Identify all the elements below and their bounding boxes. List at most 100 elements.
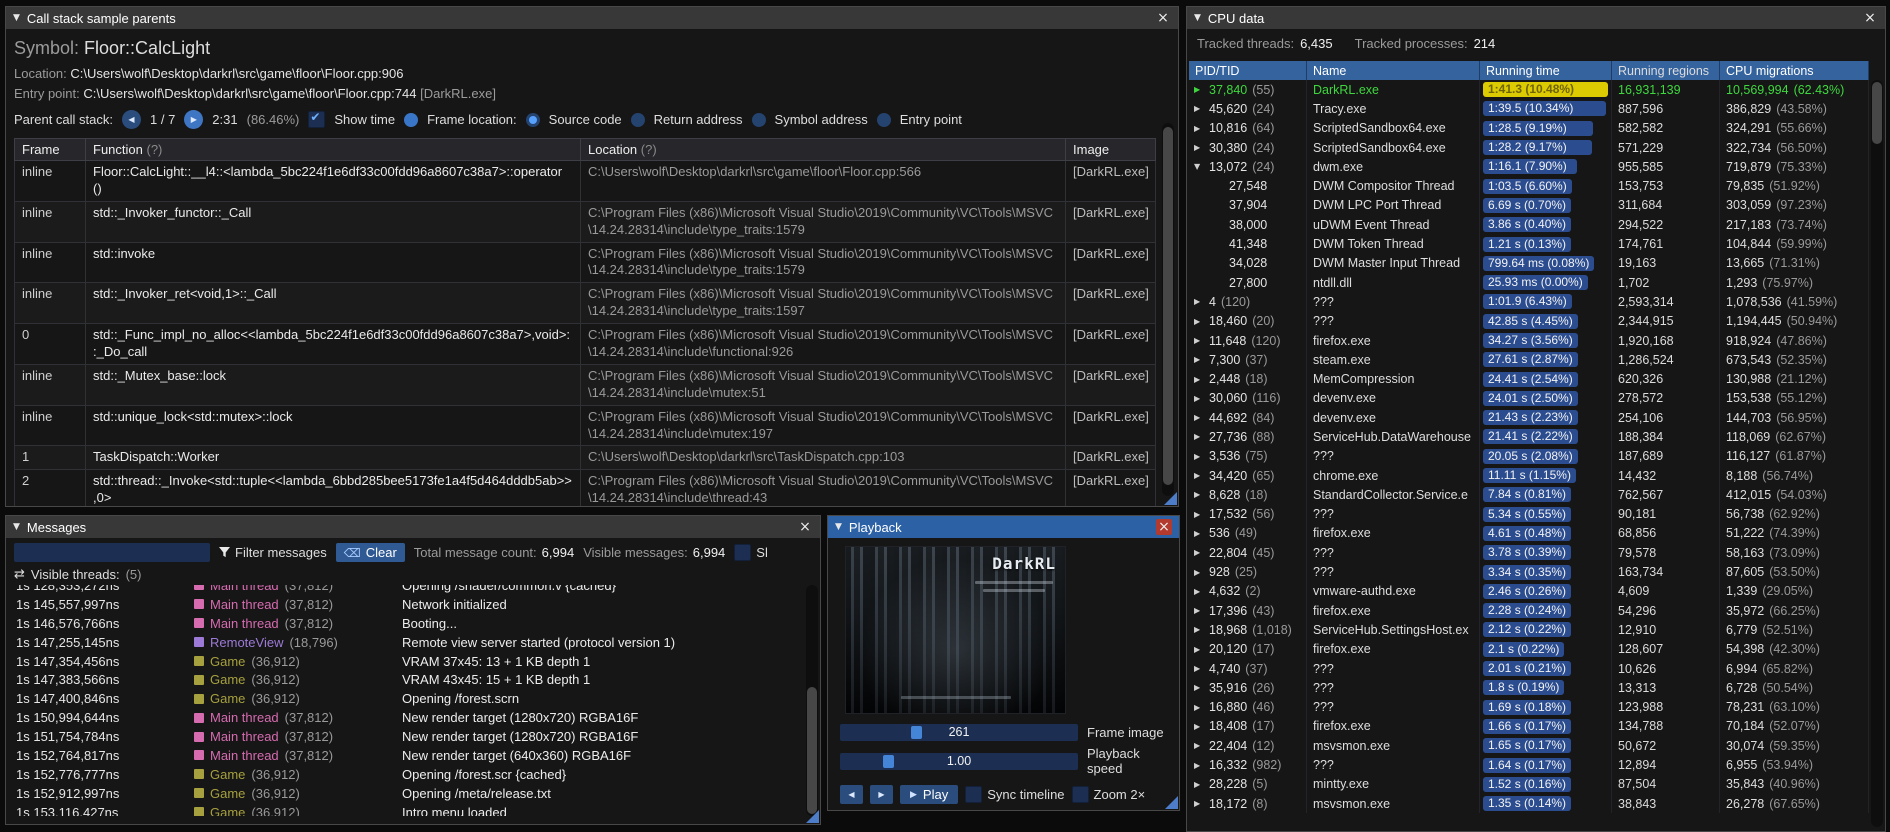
message-row[interactable]: 1s 152,776,777ns Game (36,912) Opening /for… [8,765,804,784]
message-row[interactable]: 1s 147,255,145ns RemoteView (18,796) Remote… [8,633,804,652]
scrollbar-thumb[interactable] [1163,126,1173,485]
expand-arrow-icon[interactable]: ▶ [1194,413,1204,422]
expand-arrow-icon[interactable]: ▶ [1194,510,1204,519]
function-cell[interactable]: std::invoke [85,241,581,284]
cpu-thread-row[interactable]: ▶ 536 (49) firefox.exe 4.61 s (0.48%) 68,856 5… [1189,523,1869,544]
expand-arrow-icon[interactable]: ▶ [1194,490,1204,499]
column-header-name[interactable]: Name [1307,61,1480,80]
prev-stack-button[interactable]: ◀ [122,110,141,129]
function-cell[interactable]: std::_Invoker_functor::_Call [85,200,581,243]
callstack-frame-row[interactable]: inline std::_Invoker_functor::_Call C:\Pro… [14,200,1156,243]
collapse-icon[interactable]: ▼ [13,13,20,23]
resize-grip[interactable] [1164,492,1177,505]
cpu-thread-row[interactable]: ▶ 7,300 (37) steam.exe 27.61 s (2.87%) 1,286,… [1189,350,1869,370]
expand-arrow-icon[interactable]: ▶ [1194,471,1204,480]
expand-arrow-icon[interactable]: ▶ [1194,336,1204,345]
cpu-thread-row[interactable]: 34,028 DWM Master Input Thread 799.64 ms (… [1189,253,1869,273]
cpu-thread-row[interactable]: ▶ 30,060 (116) devenv.exe 24.01 s (2.50%) 278… [1189,388,1869,409]
function-cell[interactable]: std::_Func_impl_no_alloc<<lambda_5bc224f… [85,323,581,365]
radio-entry-point-label[interactable]: Entry point [900,112,962,127]
message-row[interactable]: 1s 152,912,997ns Game (36,912) Opening /met… [8,784,804,803]
message-row[interactable]: 1s 151,754,784ns Main thread (37,812) New r… [8,727,804,746]
expand-arrow-icon[interactable]: ▶ [1194,683,1204,692]
expand-arrow-icon[interactable]: ▶ [1194,394,1204,403]
frame-image-slider[interactable]: 261 [840,724,1078,741]
message-row[interactable]: 1s 147,400,846ns Game (36,912) Opening /for… [8,689,804,708]
column-header-image[interactable]: Image [1065,138,1156,161]
radio-return-address[interactable] [630,112,645,127]
cpu-thread-row[interactable]: ▶ 4,632 (2) vmware-authd.exe 2.46 s (0.26%) 4… [1189,581,1869,602]
cpu-scrollbar[interactable] [1871,80,1883,827]
column-header-function[interactable]: Function (?) [85,138,581,161]
message-row[interactable]: 1s 146,576,766ns Main thread (37,812) Booti… [8,614,804,633]
message-row[interactable]: 1s 128,353,272ns Main thread (37,812) Openi… [8,585,804,595]
cpu-thread-row[interactable]: ▶ 3,536 (75)??? 20.05 s (2.08%) 187,689 116,1… [1189,446,1869,466]
step-back-button[interactable]: ◀ [840,785,863,804]
close-icon[interactable]: × [1862,10,1878,26]
clipped-checkbox[interactable] [734,544,752,561]
expand-arrow-icon[interactable]: ▶ [1194,317,1204,326]
expand-arrow-icon[interactable]: ▶ [1194,761,1204,770]
cpu-thread-row[interactable]: 37,904 DWM LPC Port Thread 6.69 s (0.70%) 3… [1189,195,1869,216]
expand-arrow-icon[interactable]: ▶ [1194,104,1204,113]
playback-speed-slider[interactable]: 1.00 [840,752,1078,770]
expand-arrow-icon[interactable]: ▶ [1194,799,1204,808]
radio-return-address-label[interactable]: Return address [654,112,743,127]
expand-arrow-icon[interactable]: ▶ [1194,297,1204,306]
radio-symbol-address-label[interactable]: Symbol address [775,112,868,127]
callstack-frame-row[interactable]: inline std::_Invoker_ret<void,1>::_Call C:… [14,282,1156,325]
cpu-thread-row[interactable]: ▶ 18,968 (1,018) ServiceHub.SettingsHost.ex… [1189,620,1869,640]
expand-arrow-icon[interactable]: ▶ [1194,741,1204,750]
callstack-scrollbar[interactable] [1162,123,1174,496]
cpu-thread-row[interactable]: ▶ 30,380 (24) ScriptedSandbox64.exe 1:28.2 (… [1189,137,1869,158]
collapse-icon[interactable]: ▼ [1194,13,1201,23]
clipped-checkbox-item[interactable]: Sl [734,544,768,561]
expand-arrow-icon[interactable]: ▶ [1194,432,1204,441]
filter-input[interactable] [14,543,210,562]
expand-arrow-icon[interactable]: ▶ [1194,722,1204,731]
cpu-thread-row[interactable]: ▶ 4,740 (37)??? 2.01 s (0.21%) 10,626 6,994 (6… [1189,658,1869,679]
next-stack-button[interactable]: ▶ [184,110,204,129]
cpu-thread-row[interactable]: ▶ 18,172 (8) msvsmon.exe 1.35 s (0.14%) 38,84… [1189,793,1869,814]
message-row[interactable]: 1s 150,994,644ns Main thread (37,812) New r… [8,708,804,727]
collapse-icon[interactable]: ▼ [13,522,20,532]
step-forward-button[interactable]: ▶ [870,785,893,804]
cpu-thread-row[interactable]: ▶ 11,648 (120) firefox.exe 34.27 s (3.56%) 1,… [1189,330,1869,351]
column-header-location[interactable]: Location (?) [580,138,1066,161]
cpu-thread-row[interactable]: ▶ 16,880 (46)??? 1.69 s (0.18%) 123,988 78,23… [1189,697,1869,717]
message-row[interactable]: 1s 145,557,997ns Main thread (37,812) Netwo… [8,595,804,614]
cpu-thread-row[interactable]: 38,000 uDWM Event Thread 3.86 s (0.40%) 294… [1189,215,1869,235]
function-cell[interactable]: std::unique_lock<std::mutex>::lock [85,404,581,447]
expand-arrow-icon[interactable]: ▶ [1194,85,1204,94]
function-cell[interactable]: Floor::CalcLight::__l4::<lambda_5bc224f1… [85,160,581,202]
expand-arrow-icon[interactable]: ▶ [1194,568,1204,577]
function-cell[interactable]: std::_Mutex_base::lock [85,363,581,406]
expand-arrow-icon[interactable]: ▶ [1194,548,1204,557]
expand-arrow-icon[interactable]: ▶ [1194,625,1204,634]
expand-arrow-icon[interactable]: ▶ [1194,124,1204,133]
expand-arrow-icon[interactable]: ▶ [1194,587,1204,596]
cpu-thread-row[interactable]: 41,348 DWM Token Thread 1.21 s (0.13%) 174,… [1189,234,1869,254]
resize-grip[interactable] [1165,796,1178,809]
callstack-frame-row[interactable]: inline std::unique_lock<std::mutex>::lock… [14,404,1156,447]
expand-arrow-icon[interactable]: ▶ [1194,452,1204,461]
expand-arrow-icon[interactable]: ▶ [1194,375,1204,384]
expand-arrow-icon[interactable]: ▶ [1194,664,1204,673]
cpu-thread-row[interactable]: ▶ 44,692 (84) devenv.exe 21.43 s (2.23%) 254,… [1189,408,1869,428]
cpu-thread-row[interactable]: 27,800 ntdll.dll 25.93 ms (0.00%) 1,702 1,29… [1189,272,1869,293]
callstack-frame-row[interactable]: inline std::invoke C:\Program Files (x86)\… [14,241,1156,284]
callstack-frame-row[interactable]: 0 std::_Func_impl_no_alloc<<lambda_5bc224… [14,323,1156,365]
scrollbar-thumb[interactable] [1872,82,1882,144]
message-row[interactable]: 1s 147,383,566ns Game (36,912) VRAM 43x45: … [8,670,804,689]
close-icon[interactable]: × [797,519,813,535]
column-header-running-regions[interactable]: Running regions [1612,61,1720,80]
function-cell[interactable]: std::_Invoker_ret<void,1>::_Call [85,282,581,325]
cpu-thread-row[interactable]: ▶ 8,628 (18) StandardCollector.Service.e 7.8… [1189,485,1869,505]
scrollbar-thumb[interactable] [807,686,817,814]
zoom-item[interactable]: Zoom 2× [1071,786,1145,803]
cpu-thread-row[interactable]: ▶ 28,228 (5) mintty.exe 1.52 s (0.16%) 87,504… [1189,774,1869,794]
cpu-thread-row[interactable]: ▶ 45,620 (24) Tracy.exe 1:39.5 (10.34%) 887,5… [1189,99,1869,119]
cpu-thread-row[interactable]: 27,548 DWM Compositor Thread 1:03.5 (6.60%… [1189,176,1869,196]
visible-threads-row[interactable]: ⇄ Visible threads: (5) [6,566,820,585]
messages-titlebar[interactable]: ▼ Messages × [6,516,820,538]
